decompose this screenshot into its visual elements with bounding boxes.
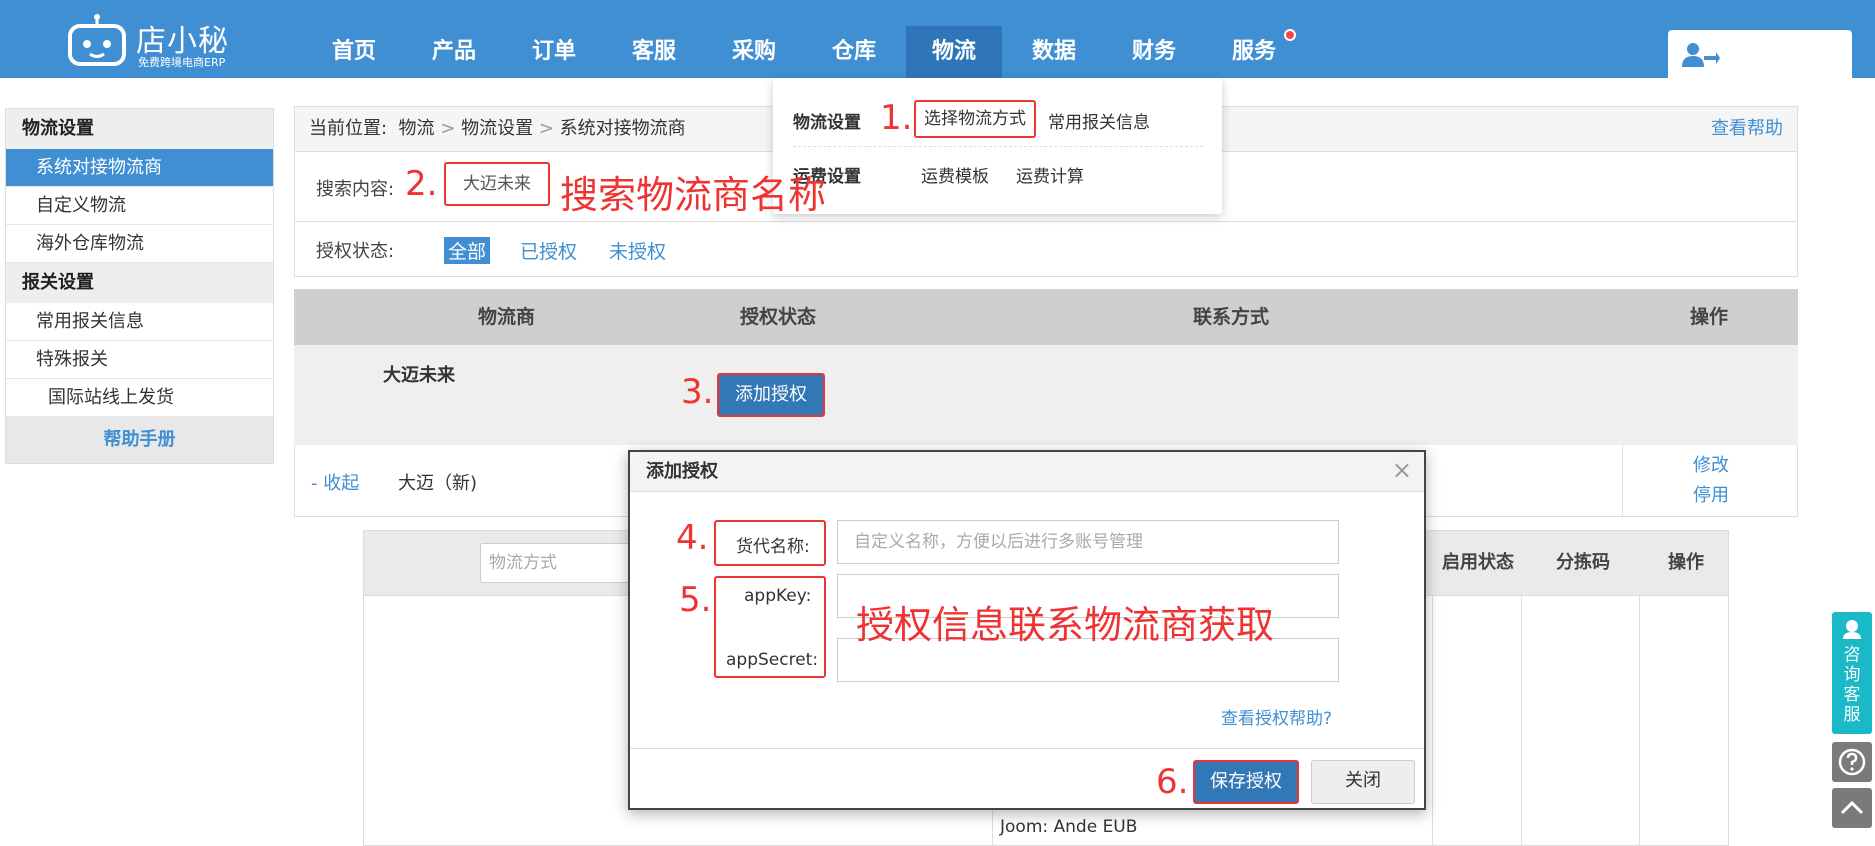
sidebar-item-custom-logistics[interactable]: 自定义物流 [6,187,273,225]
appkey-label: appKey: [744,586,812,606]
sidebar-section-logistics: 物流设置 [6,109,273,149]
breadcrumb-separator: > [440,118,456,139]
col-line [1432,596,1433,846]
col-line [1639,596,1640,846]
col-enable-status: 启用状态 [1442,552,1514,573]
breadcrumb-separator: > [538,118,554,139]
consult-service-button[interactable]: 咨询客服 [1832,612,1872,734]
annotation-step-5: 5. [679,580,712,620]
breadcrumb-settings[interactable]: 物流设置 [461,118,533,139]
nav-finance[interactable]: 财务 [1118,26,1190,78]
provider-name: 大迈未来 [383,365,455,386]
col-line [1521,596,1522,846]
col-provider: 物流商 [478,306,536,328]
divider [295,221,1797,222]
col-sort-code: 分拣码 [1556,552,1610,573]
nav-logistics[interactable]: 物流 [906,26,1002,78]
close-button[interactable]: 关闭 [1311,760,1415,804]
help-question-button[interactable] [1832,742,1872,782]
disable-link[interactable]: 停用 [1693,481,1729,507]
dropdown-title-logistics: 物流设置 [793,113,861,133]
filter-all[interactable]: 全部 [444,237,491,264]
annotation-step-4: 4. [676,518,709,558]
question-icon [1838,748,1866,776]
appsecret-label: appSecret: [726,650,819,670]
breadcrumb-logistics[interactable]: 物流 [399,118,435,139]
menu-freight-calc[interactable]: 运费计算 [1016,162,1084,187]
subrow-name: 大迈（新) [398,473,478,494]
modal-title: 添加授权 [630,452,1424,492]
annotation-step-6: 6. [1156,762,1189,802]
edit-link[interactable]: 修改 [1693,451,1729,477]
notification-dot [1284,29,1296,41]
col-inner-operation: 操作 [1668,552,1704,573]
logistics-dropdown: 物流设置 选择物流方式 常用报关信息 运费设置 运费模板 运费计算 [773,78,1222,214]
save-auth-button[interactable]: 保存授权 [1193,760,1299,804]
breadcrumb-label: 当前位置: [309,118,388,139]
nav-home[interactable]: 首页 [318,26,390,78]
close-icon[interactable]: × [1392,456,1412,484]
search-input[interactable]: 大迈未来 [444,162,550,206]
agent-icon [1843,620,1861,639]
sidebar-item-customs-info[interactable]: 常用报关信息 [6,303,273,341]
method-filter-input[interactable]: 物流方式 [480,543,640,583]
sidebar-item-special-customs[interactable]: 特殊报关 [6,341,273,379]
user-menu[interactable] [1668,30,1852,78]
brand-slogan: 免费跨境电商ERP [138,56,226,69]
nav-warehouse[interactable]: 仓库 [818,26,890,78]
view-help-link[interactable]: 查看帮助 [1711,107,1783,151]
sidebar-section-customs: 报关设置 [6,263,273,303]
nav-data[interactable]: 数据 [1018,26,1090,78]
auth-status-label: 授权状态: [316,241,395,262]
col-auth-status: 授权状态 [740,306,817,328]
chevron-up-icon [1840,800,1864,815]
filter-authorized[interactable]: 已授权 [520,237,577,264]
table-header: 物流商 授权状态 联系方式 操作 [294,289,1798,345]
dropdown-divider [793,146,1203,147]
annotation-step-3: 3. [681,372,714,412]
modal-footer-divider [630,748,1424,749]
consult-label: 咨询客服 [1843,645,1861,725]
robot-logo-icon [68,14,126,66]
forwarder-name-input[interactable]: 自定义名称，方便以后进行多账号管理 [837,520,1339,564]
col-operation: 操作 [1690,306,1729,328]
add-auth-button[interactable]: 添加授权 [717,373,825,417]
user-switch-icon [1682,43,1720,67]
filter-unauthorized[interactable]: 未授权 [609,237,666,264]
nav-services[interactable]: 服务 [1218,26,1290,78]
sidebar-item-overseas-warehouse[interactable]: 海外仓库物流 [6,225,273,263]
forwarder-name-label: 货代名称: [736,537,810,557]
annotation-search-note: 搜索物流商名称 [560,173,827,217]
annotation-step-2: 2. [405,164,438,204]
nav-service[interactable]: 客服 [618,26,690,78]
search-label: 搜索内容: [316,179,395,200]
collapse-link[interactable]: - 收起 [311,469,359,495]
shipping-method-cell: Joom: Ande EUB [1000,817,1138,837]
menu-freight-template[interactable]: 运费模板 [921,162,989,187]
sidebar-help-manual[interactable]: 帮助手册 [6,417,273,463]
menu-customs-info[interactable]: 常用报关信息 [1048,108,1150,133]
sidebar-item-intl-shipping[interactable]: 国际站线上发货 [6,379,273,417]
annotation-auth-note: 授权信息联系物流商获取 [856,603,1275,647]
table-row: 大迈未来 [294,345,1798,445]
nav-purchase[interactable]: 采购 [718,26,790,78]
col-contact: 联系方式 [1193,306,1270,328]
menu-select-shipping[interactable]: 选择物流方式 [914,100,1036,138]
nav-order[interactable]: 订单 [518,26,590,78]
sidebar-item-system-carriers[interactable]: 系统对接物流商 [6,149,273,187]
breadcrumb-current: 系统对接物流商 [559,118,686,139]
auth-help-link[interactable]: 查看授权帮助? [1221,704,1332,729]
cell-divider [1622,445,1623,517]
annotation-step-1: 1. [880,98,913,138]
logo[interactable]: 店小秘 免费跨境电商ERP [62,8,282,70]
back-to-top-button[interactable] [1832,788,1872,828]
left-sidebar: 物流设置 系统对接物流商 自定义物流 海外仓库物流 报关设置 常用报关信息 特殊… [5,108,274,464]
nav-product[interactable]: 产品 [418,26,490,78]
